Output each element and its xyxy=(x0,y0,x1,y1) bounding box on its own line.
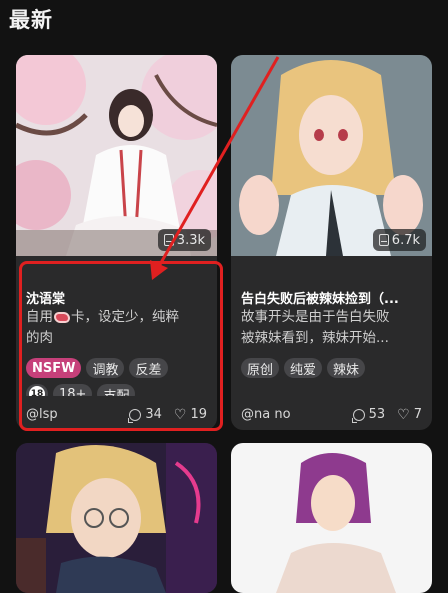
view-count: 3.3k xyxy=(157,229,211,251)
character-image xyxy=(16,443,217,593)
book-icon xyxy=(378,234,389,246)
highlight-box xyxy=(19,261,223,431)
heart-icon: ♡ xyxy=(397,406,410,423)
tag-list: 原创 纯爱 辣妹 xyxy=(241,358,366,378)
character-card[interactable]: 6.7k 告白失败后被辣妹捡到（... 故事开头是由于告白失败 被辣妹看到，辣妹… xyxy=(231,55,432,430)
view-count: 6.7k xyxy=(372,229,426,251)
character-image xyxy=(231,443,432,593)
section-title: 最新 xyxy=(9,8,53,32)
character-card[interactable] xyxy=(231,443,432,593)
chat-icon xyxy=(351,408,365,423)
tag[interactable]: 辣妹 xyxy=(327,358,366,378)
character-card[interactable] xyxy=(16,443,217,593)
card-footer: @na no 53 ♡ 7 xyxy=(241,407,422,423)
card-title: 告白失败后被辣妹捡到（... xyxy=(241,292,399,307)
card-description: 故事开头是由于告白失败 被辣妹看到，辣妹开始... xyxy=(241,309,390,346)
character-image xyxy=(231,55,432,256)
character-image xyxy=(16,55,217,256)
author-name[interactable]: @na no xyxy=(241,407,341,422)
book-icon xyxy=(163,234,174,246)
comment-count: 53 xyxy=(351,407,385,423)
tag[interactable]: 纯爱 xyxy=(284,358,323,378)
tag[interactable]: 原创 xyxy=(241,358,280,378)
like-count[interactable]: ♡ 7 xyxy=(397,407,422,422)
